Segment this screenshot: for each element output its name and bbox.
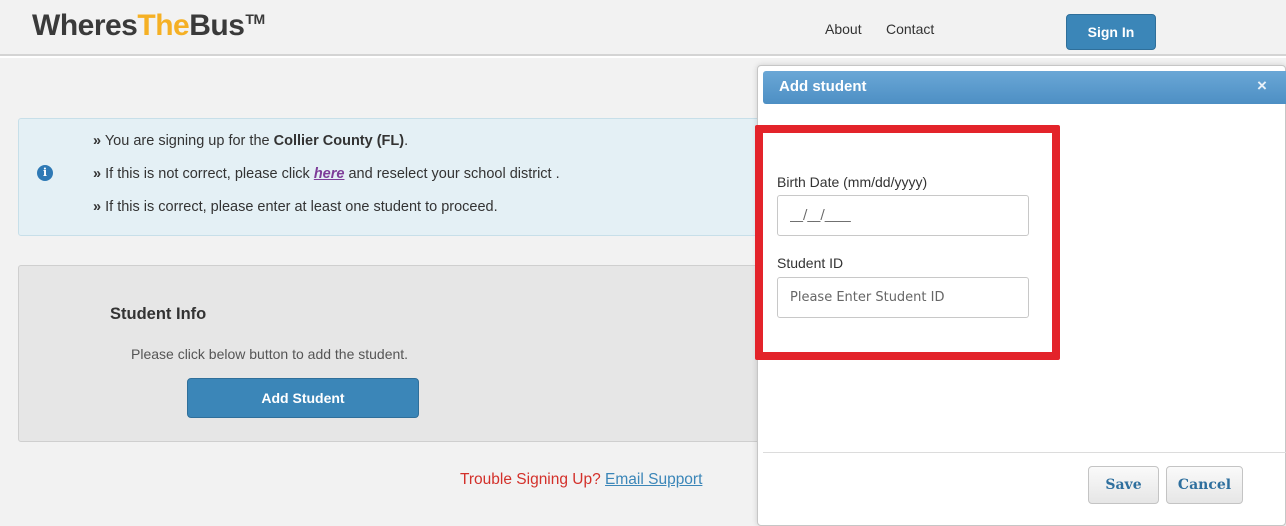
alert-line-district: » You are signing up for the Collier Cou… <box>93 133 409 149</box>
modal-footer-divider <box>763 452 1286 453</box>
alert-line-proceed: » If this is correct, please enter at le… <box>93 199 498 215</box>
add-student-button[interactable]: Add Student <box>187 378 419 418</box>
nav-about-link[interactable]: About <box>825 21 862 37</box>
email-support-link[interactable]: Email Support <box>605 471 702 488</box>
birth-date-input[interactable] <box>777 195 1029 236</box>
student-id-input[interactable] <box>777 277 1029 318</box>
birth-date-label: Birth Date (mm/dd/yyyy) <box>777 174 928 190</box>
student-info-title: Student Info <box>110 305 207 323</box>
reselect-district-link[interactable]: here <box>314 166 345 182</box>
modal-title: Add student <box>779 78 867 95</box>
logo-trademark: TM <box>245 11 265 27</box>
close-icon[interactable]: × <box>1257 76 1267 96</box>
alert-line-reselect: » If this is not correct, please click h… <box>93 166 560 182</box>
student-id-label: Student ID <box>777 255 844 271</box>
info-icon: i <box>37 165 53 181</box>
trouble-signing-up: Trouble Signing Up? Email Support <box>460 471 703 488</box>
logo-text-bus: Bus <box>189 9 245 42</box>
sign-in-button[interactable]: Sign In <box>1066 14 1156 50</box>
save-button[interactable]: Save <box>1088 466 1159 504</box>
logo-text-the: The <box>137 9 190 42</box>
student-info-instructions: Please click below button to add the stu… <box>131 346 409 362</box>
logo-text-wheres: Wheres <box>32 9 138 42</box>
wheresthebus-logo[interactable]: WheresTheBusTM <box>32 9 265 43</box>
nav-contact-link[interactable]: Contact <box>886 21 934 37</box>
cancel-button[interactable]: Cancel <box>1166 466 1243 504</box>
district-name: Collier County (FL) <box>273 133 405 149</box>
